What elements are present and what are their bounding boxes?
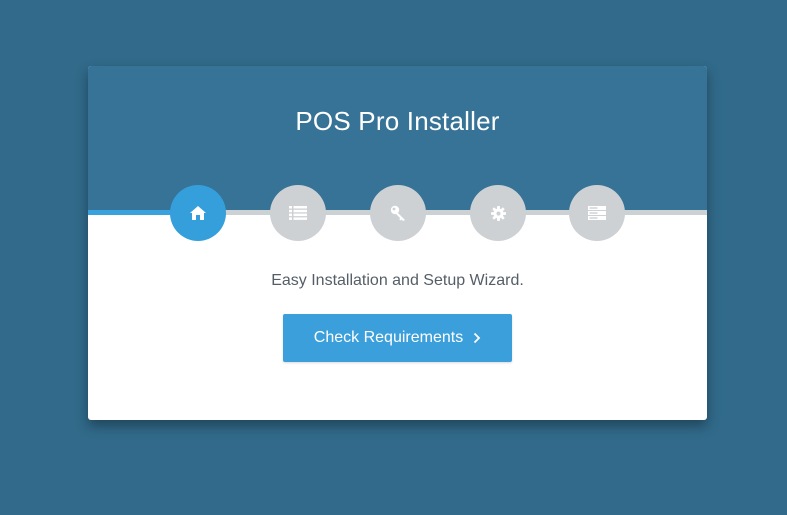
server-icon [588, 206, 606, 220]
check-requirements-button[interactable]: Check Requirements [283, 314, 512, 362]
key-icon [390, 205, 406, 221]
step-requirements[interactable] [270, 185, 326, 241]
list-icon [289, 206, 307, 220]
home-icon [190, 206, 206, 220]
step-license[interactable] [370, 185, 426, 241]
installer-card: POS Pro Installer Easy Installation and … [88, 66, 707, 420]
check-requirements-label: Check Requirements [313, 329, 464, 346]
chevron-right-icon [473, 332, 481, 344]
installer-title: POS Pro Installer [295, 106, 500, 136]
step-welcome[interactable] [170, 185, 226, 241]
step-database[interactable] [569, 185, 625, 241]
installer-subtitle: Easy Installation and Setup Wizard. [271, 272, 524, 289]
step-settings[interactable] [470, 185, 526, 241]
gear-icon [490, 205, 506, 221]
